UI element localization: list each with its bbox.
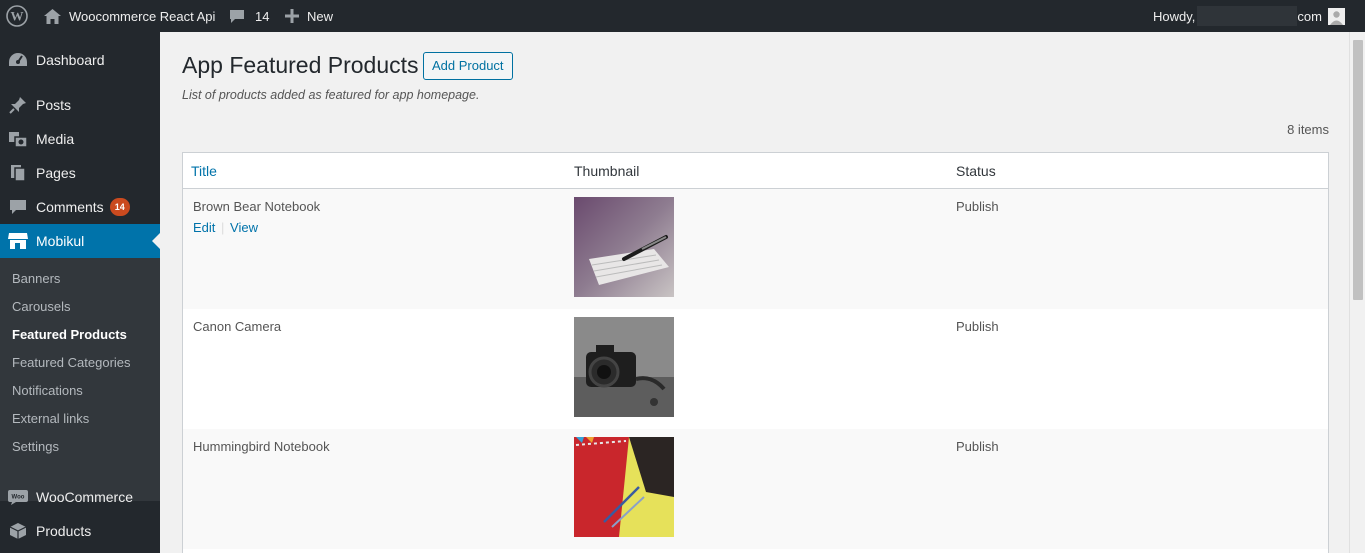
site-name: Woocommerce React Api [69, 8, 216, 24]
howdy-prefix: Howdy, [1153, 8, 1196, 24]
submenu-notifications[interactable]: Notifications [12, 381, 83, 401]
page-description: List of products added as featured for a… [182, 88, 480, 102]
wordpress-logo-icon[interactable]: W [6, 0, 28, 32]
svg-text:Woo: Woo [12, 495, 25, 501]
product-thumbnail[interactable] [574, 437, 674, 537]
scrollbar-thumb[interactable] [1353, 40, 1363, 300]
submenu-featured-categories[interactable]: Featured Categories [12, 353, 131, 373]
woo-icon: Woo [0, 489, 36, 505]
box-icon [0, 522, 36, 540]
table-row: Canon Camera Publish [183, 309, 1328, 429]
menu-label: Pages [36, 165, 76, 181]
menu-products[interactable]: Products [0, 514, 160, 548]
dashboard-icon [0, 52, 36, 68]
menu-label: Media [36, 131, 75, 147]
product-title[interactable]: Brown Bear Notebook [193, 199, 320, 214]
media-icon [0, 130, 36, 148]
row-action-separator: | [221, 220, 225, 235]
pages-icon [0, 164, 36, 182]
table-row: Hummingbird Notebook Publish [183, 429, 1328, 549]
menu-media[interactable]: Media [0, 122, 160, 156]
column-title-sort[interactable]: Title [191, 163, 217, 179]
product-status: Publish [956, 319, 999, 334]
menu-mobikul[interactable]: Mobikul [0, 224, 160, 258]
menu-woocommerce[interactable]: Woo WooCommerce [0, 480, 160, 514]
product-thumbnail[interactable] [574, 197, 674, 297]
submenu-external-links[interactable]: External links [12, 409, 89, 429]
submenu-featured-products[interactable]: Featured Products [12, 325, 127, 345]
submenu-carousels[interactable]: Carousels [12, 297, 71, 317]
svg-text:W: W [11, 9, 24, 24]
column-thumbnail: Thumbnail [574, 163, 640, 179]
my-account-link[interactable]: Howdy, com [1153, 0, 1345, 32]
table-header: Title Thumbnail Status [183, 153, 1328, 189]
username-redacted [1197, 6, 1298, 26]
comments-count: 14 [255, 8, 270, 24]
admin-bar: W Woocommerce React Api 14 New Howdy, co… [0, 0, 1365, 32]
page-title: App Featured Products [182, 52, 419, 78]
new-label: New [307, 8, 334, 24]
product-thumbnail[interactable] [574, 317, 674, 417]
site-name-link[interactable]: Woocommerce React Api [44, 0, 215, 32]
product-title[interactable]: Canon Camera [193, 319, 281, 334]
pin-icon [0, 96, 36, 114]
submenu-banners[interactable]: Banners [12, 269, 60, 289]
submenu-settings[interactable]: Settings [12, 437, 59, 457]
menu-pages[interactable]: Pages [0, 156, 160, 190]
table-row: Brown Bear Notebook Edit | View Publish [183, 189, 1328, 309]
mobikul-submenu: Banners Carousels Featured Products Feat… [0, 258, 160, 501]
column-status: Status [956, 163, 996, 179]
main-content: App Featured Products Add Product List o… [160, 32, 1349, 553]
product-title[interactable]: Hummingbird Notebook [193, 439, 330, 454]
add-product-button[interactable]: Add Product [423, 52, 513, 80]
menu-label: Dashboard [36, 52, 105, 68]
store-icon [0, 232, 36, 250]
edit-link[interactable]: Edit [193, 220, 215, 235]
page-scrollbar[interactable] [1349, 32, 1365, 553]
row-actions: Edit | View [193, 220, 258, 235]
menu-label: Posts [36, 97, 72, 113]
comments-badge: 14 [109, 198, 130, 216]
comments-link[interactable]: 14 [229, 0, 269, 32]
home-icon [44, 8, 61, 24]
menu-dashboard[interactable]: Dashboard [0, 43, 160, 77]
comment-bubble-icon [229, 9, 245, 24]
howdy-suffix: com [1297, 8, 1322, 24]
menu-label: Products [36, 523, 92, 539]
view-link[interactable]: View [230, 220, 258, 235]
menu-label: Comments [36, 199, 104, 215]
admin-sidebar: Dashboard Posts Media Pages Comments 14 … [0, 32, 160, 553]
product-status: Publish [956, 439, 999, 454]
avatar [1327, 7, 1345, 25]
plus-icon [285, 9, 299, 23]
product-status: Publish [956, 199, 999, 214]
menu-label: Mobikul [36, 233, 85, 249]
items-count: 8 items [1287, 122, 1329, 137]
comment-icon [0, 199, 36, 216]
menu-posts[interactable]: Posts [0, 88, 160, 122]
new-content-link[interactable]: New [285, 0, 333, 32]
menu-comments[interactable]: Comments 14 [0, 190, 160, 224]
featured-products-table: Title Thumbnail Status Brown Bear Notebo… [182, 152, 1329, 553]
menu-label: WooCommerce [36, 489, 133, 505]
